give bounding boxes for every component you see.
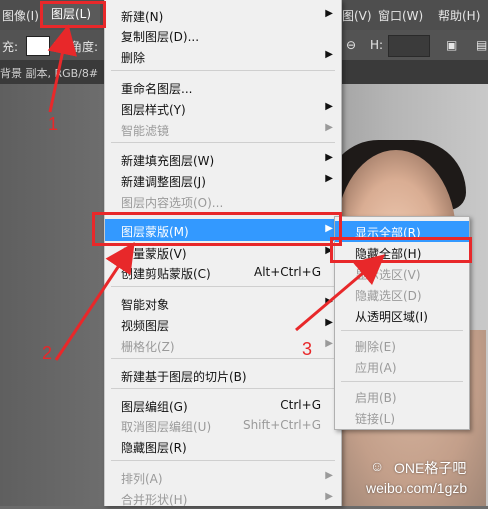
submenu-arrow-icon: ▶ <box>325 49 333 60</box>
annotation-number-1: 1 <box>48 114 59 134</box>
annotation-box-layer-menu <box>40 1 106 28</box>
submenu-item-hide-selection: 隐藏选区(D) <box>355 289 422 303</box>
menu-item-layer-style[interactable]: 图层样式(Y) ▶ <box>105 97 341 119</box>
submenu-arrow-icon: ▶ <box>325 491 333 502</box>
document-tab-title[interactable]: 背景 副本, RGB/8# <box>0 65 98 81</box>
menu-help[interactable]: 帮助(H) <box>438 7 480 24</box>
menu-item-create-clipping-mask[interactable]: 创建剪贴蒙版(C) Alt+Ctrl+G <box>105 261 341 283</box>
menu-separator <box>111 460 335 461</box>
annotation-box-layer-mask <box>92 212 342 246</box>
submenu-item-from-transparency[interactable]: 从透明区域(I) <box>335 305 469 326</box>
menu-separator <box>111 70 335 71</box>
menu-item-rename-layer[interactable]: 重命名图层... <box>105 76 341 98</box>
watermark-name: ONE格子吧 <box>394 460 467 476</box>
align-icon[interactable]: ▤ <box>476 38 487 52</box>
menu-item-arrange: 排列(A) ▶ <box>121 470 333 486</box>
submenu-item-link: 链接(L) <box>355 412 396 426</box>
menu-view[interactable]: 图(V) <box>342 7 372 24</box>
menu-item-smart-filter: 智能滤镜 ▶ <box>121 122 333 138</box>
menu-item-delete[interactable]: 删除 ▶ <box>105 45 341 67</box>
fill-color-swatch[interactable] <box>26 36 50 56</box>
watermark-url: weibo.com/1gzb <box>366 480 468 496</box>
submenu-arrow-icon: ▶ <box>325 317 333 328</box>
watermark-weibo-icon: ☺ <box>370 458 385 474</box>
submenu-arrow-icon: ▶ <box>325 152 333 163</box>
menu-item-duplicate-layer[interactable]: 复制图层(D)... <box>105 24 341 46</box>
height-label: H: <box>370 38 384 52</box>
submenu-item-reveal-selection: 显示选区(V) <box>355 268 421 282</box>
submenu-arrow-icon: ▶ <box>325 173 333 184</box>
annotation-box-hide-all <box>330 237 472 263</box>
photoshop-window: 图像(I) 图层(L) 图(V) 窗口(W) 帮助(H) 充: ▼ 角度: ⊖ … <box>0 0 488 507</box>
menu-item-new[interactable]: 新建(N) ▶ <box>105 4 341 26</box>
menu-separator <box>341 381 463 382</box>
submenu-arrow-icon: ▶ <box>325 296 333 307</box>
submenu-item-apply: 应用(A) <box>355 361 397 375</box>
path-ops-icon[interactable]: ▣ <box>446 38 457 52</box>
submenu-arrow-icon: ▶ <box>325 338 333 349</box>
menu-item-video-layer[interactable]: 视频图层 ▶ <box>105 313 341 335</box>
menu-item-layer-content-options: 图层内容选项(O)... <box>121 196 224 210</box>
menu-item-group-layers[interactable]: 图层编组(G) Ctrl+G <box>105 394 341 416</box>
menu-item-hide-layers[interactable]: 隐藏图层(R) <box>105 435 341 457</box>
chevron-down-icon[interactable]: ▼ <box>54 41 61 51</box>
annotation-number-3: 3 <box>302 339 313 359</box>
submenu-item-enable: 启用(B) <box>355 391 397 405</box>
menu-separator <box>111 286 335 287</box>
layer-menu-dropdown: 新建(N) ▶ 复制图层(D)... 删除 ▶ 重命名图层... 图层样式(Y) ▶ … <box>104 0 342 507</box>
angle-label: 角度: <box>70 40 99 54</box>
menu-item-new-adjustment-layer[interactable]: 新建调整图层(J) ▶ <box>105 169 341 191</box>
fill-label: 充: <box>2 40 19 54</box>
menu-separator <box>111 388 335 389</box>
annotation-number-2: 2 <box>42 343 53 363</box>
menu-window[interactable]: 窗口(W) <box>378 7 423 24</box>
link-icon[interactable]: ⊖ <box>346 38 356 52</box>
menu-separator <box>341 330 463 331</box>
submenu-arrow-icon: ▶ <box>325 8 333 19</box>
height-input[interactable] <box>388 35 430 57</box>
submenu-arrow-icon: ▶ <box>325 470 333 481</box>
submenu-arrow-icon: ▶ <box>325 122 333 133</box>
menu-item-new-layer-based-slice[interactable]: 新建基于图层的切片(B) <box>105 364 341 386</box>
menu-separator <box>111 142 335 143</box>
menu-item-ungroup-layers: 取消图层编组(U) Shift+Ctrl+G <box>121 418 321 434</box>
menu-image[interactable]: 图像(I) <box>2 7 39 24</box>
menu-item-new-fill-layer[interactable]: 新建填充图层(W) ▶ <box>105 148 341 170</box>
submenu-item-delete: 删除(E) <box>355 340 396 354</box>
menu-item-smart-object[interactable]: 智能对象 ▶ <box>105 292 341 314</box>
submenu-arrow-icon: ▶ <box>325 101 333 112</box>
